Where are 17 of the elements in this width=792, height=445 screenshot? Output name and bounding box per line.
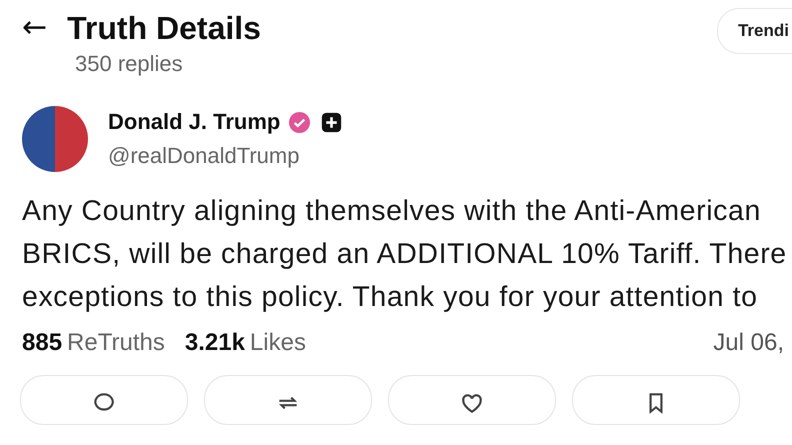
author-name[interactable]: Donald J. Trump: [108, 110, 280, 134]
bookmark-button[interactable]: [572, 375, 740, 425]
post-text: Any Country aligning themselves with the Anti-American BRICS, will be charged an ADDITIONAL 10% Tariff. There exceptions to this policy. Thank you for your attention to: [22, 194, 788, 315]
stat-count: 885: [22, 329, 62, 357]
trending-tab[interactable]: Trendi: [716, 8, 792, 54]
plus-icon: [321, 112, 342, 132]
stat-count: 3.21k: [184, 329, 245, 357]
post-date: Jul 06,: [713, 329, 784, 357]
back-button[interactable]: ←: [22, 12, 48, 44]
stat-label: ReTruths: [67, 329, 165, 357]
retruth-button[interactable]: [204, 375, 372, 425]
author-handle[interactable]: @realDonaldTrump: [108, 144, 342, 168]
page-title: Truth Details: [67, 10, 261, 46]
reply-button[interactable]: [20, 375, 188, 425]
reply-count: 350 replies: [75, 52, 184, 76]
like-button[interactable]: [388, 375, 556, 425]
stat-label: Likes: [250, 329, 306, 357]
